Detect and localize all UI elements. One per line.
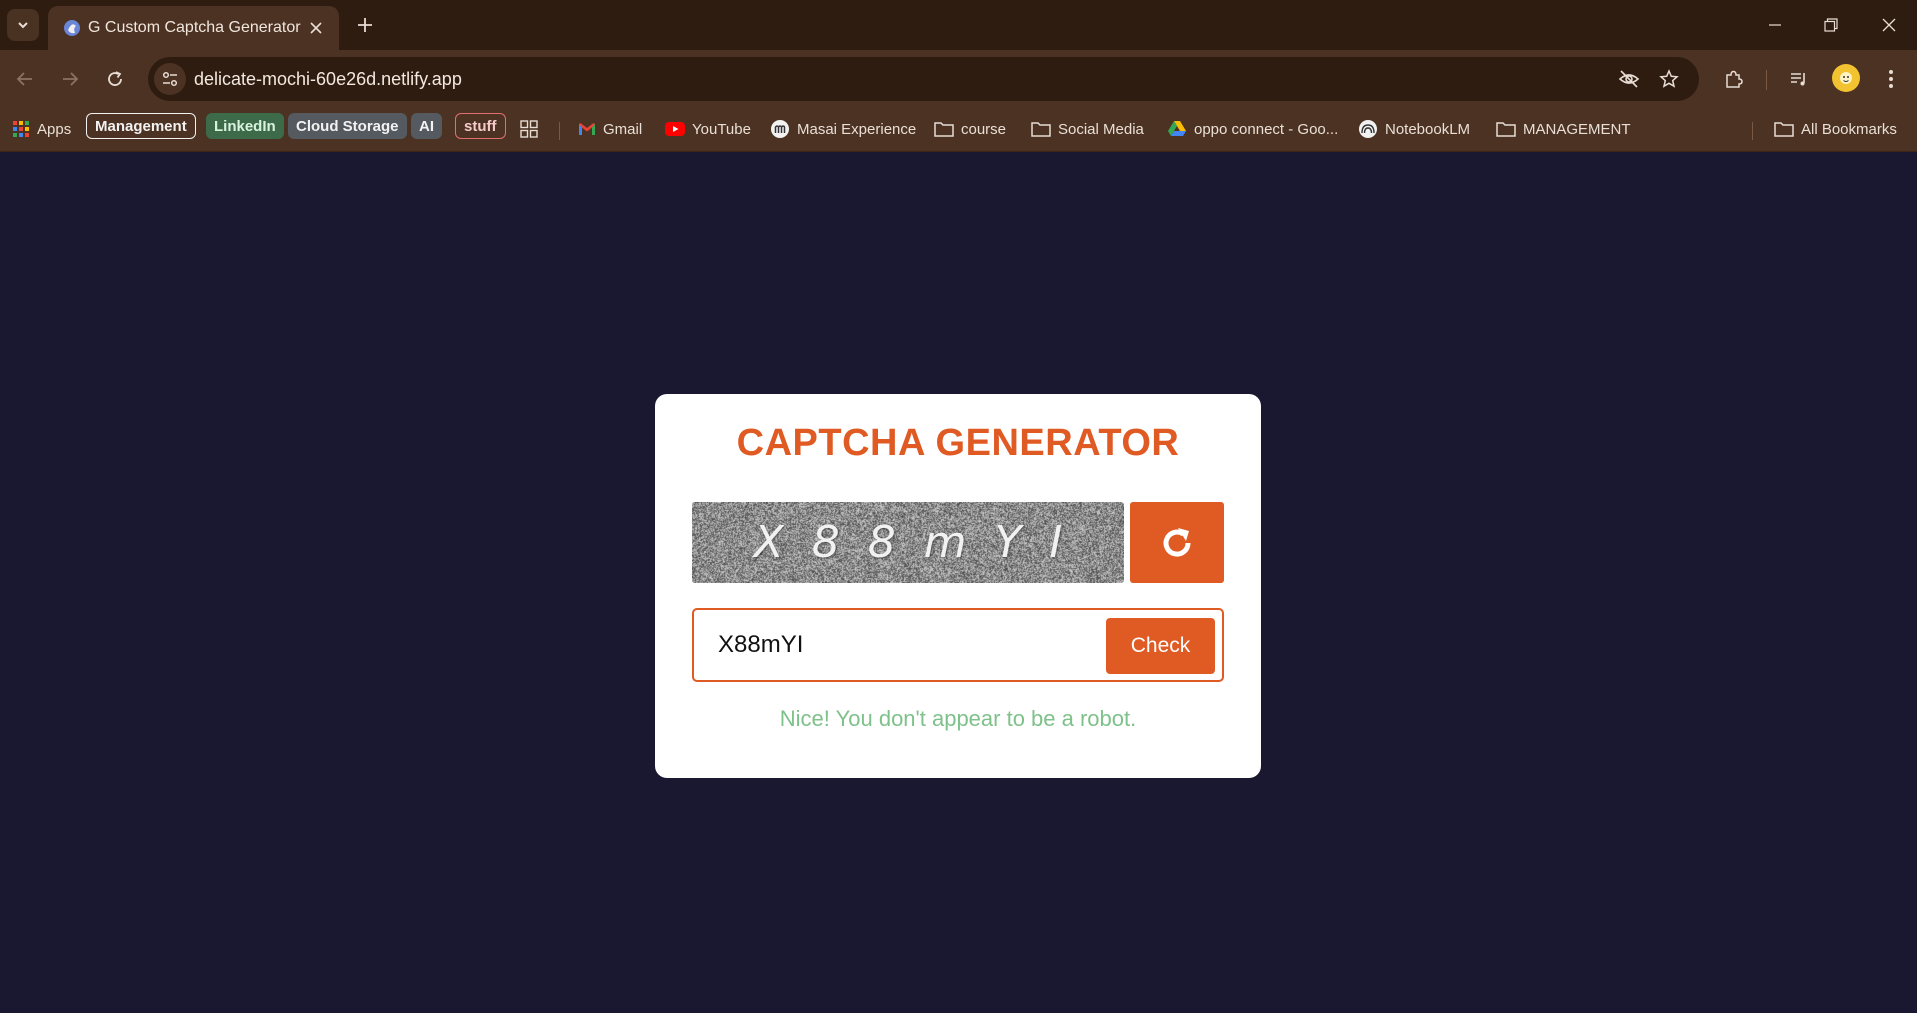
bookmark-gmail-label: Gmail [603, 121, 642, 138]
captcha-input-group: Check [692, 608, 1224, 682]
bookmark-notebooklm[interactable]: NotebookLM [1358, 114, 1470, 144]
chrome-menu-button[interactable] [1874, 62, 1908, 96]
captcha-text: X88mYI [692, 502, 1124, 583]
bookmarks-divider [1752, 122, 1753, 140]
tab-groups-icon [520, 120, 538, 138]
tab-title: G Custom Captcha Generator [88, 19, 301, 37]
bookmark-folder-ai[interactable]: AI [411, 113, 442, 139]
media-controls-button[interactable] [1782, 62, 1816, 96]
avatar-face-icon [1836, 68, 1856, 88]
captcha-favicon-icon [62, 18, 82, 38]
back-button[interactable] [8, 62, 42, 96]
tracking-protection-button[interactable] [1615, 65, 1643, 93]
close-icon [310, 22, 322, 34]
bookmark-folder-course[interactable]: course [934, 114, 1006, 144]
masai-icon [770, 119, 790, 139]
captcha-image: X88mYI [692, 502, 1124, 583]
bookmark-youtube-label: YouTube [692, 121, 751, 138]
notebooklm-icon [1358, 119, 1378, 139]
captcha-input[interactable] [704, 620, 1084, 670]
tab-strip: G Custom Captcha Generator [0, 0, 1917, 50]
bookmark-folder-linkedin[interactable]: LinkedIn [206, 113, 284, 139]
minimize-button[interactable] [1747, 0, 1803, 50]
bookmark-all-bookmarks[interactable]: All Bookmarks [1774, 114, 1897, 144]
refresh-icon [1159, 525, 1195, 561]
chevron-down-icon [16, 18, 30, 32]
tune-icon [161, 70, 179, 88]
bookmark-apps[interactable]: Apps [12, 114, 71, 144]
extensions-button[interactable] [1717, 62, 1751, 96]
arrow-left-icon [16, 70, 34, 88]
bookmark-star-button[interactable] [1655, 65, 1683, 93]
browser-toolbar: delicate-mochi-60e26d.netlify.app [0, 50, 1917, 108]
gmail-icon [578, 122, 596, 136]
bookmark-gmail[interactable]: Gmail [578, 114, 642, 144]
bookmark-youtube[interactable]: YouTube [665, 114, 751, 144]
bookmark-apps-label: Apps [37, 121, 71, 138]
forward-button[interactable] [53, 62, 87, 96]
bookmark-notebooklm-label: NotebookLM [1385, 121, 1470, 138]
bookmark-oppo-connect-label: oppo connect - Goo... [1194, 121, 1338, 138]
bookmark-management-caps-label: MANAGEMENT [1523, 121, 1631, 138]
toolbar-divider [1766, 70, 1767, 90]
profile-avatar[interactable] [1832, 64, 1860, 92]
bookmarks-bar: Apps Management LinkedIn Cloud Storage A… [0, 108, 1917, 152]
star-icon [1659, 69, 1679, 89]
folder-icon [934, 121, 954, 137]
eye-off-icon [1618, 68, 1640, 90]
bookmark-folder-management-caps[interactable]: MANAGEMENT [1496, 114, 1631, 144]
folder-icon [1774, 121, 1794, 137]
bookmarks-divider [559, 122, 560, 140]
bookmark-social-media-label: Social Media [1058, 121, 1144, 138]
tab-search-button[interactable] [7, 9, 39, 41]
bookmark-masai[interactable]: Masai Experience [770, 114, 916, 144]
bookmark-masai-label: Masai Experience [797, 121, 916, 138]
address-bar[interactable]: delicate-mochi-60e26d.netlify.app [148, 57, 1699, 101]
close-window-button[interactable] [1861, 0, 1917, 50]
reload-button[interactable] [98, 62, 132, 96]
puzzle-icon [1724, 69, 1744, 89]
reload-icon [106, 70, 124, 88]
apps-grid-icon [12, 120, 30, 138]
restore-icon [1824, 18, 1838, 32]
folder-icon [1496, 121, 1516, 137]
google-drive-icon [1167, 120, 1187, 138]
youtube-icon [665, 122, 685, 136]
bookmark-folder-cloud-storage[interactable]: Cloud Storage [288, 113, 407, 139]
all-bookmarks-label: All Bookmarks [1801, 121, 1897, 138]
active-tab[interactable]: G Custom Captcha Generator [48, 6, 339, 50]
site-info-button[interactable] [154, 63, 186, 95]
minimize-icon [1768, 18, 1782, 32]
playlist-icon [1789, 69, 1809, 89]
url-text[interactable]: delicate-mochi-60e26d.netlify.app [194, 69, 462, 90]
check-button[interactable]: Check [1106, 618, 1215, 674]
bookmark-course-label: course [961, 121, 1006, 138]
new-tab-button[interactable] [350, 10, 380, 40]
bookmark-tab-groups[interactable] [520, 114, 538, 144]
bookmark-oppo-connect[interactable]: oppo connect - Goo... [1167, 114, 1338, 144]
plus-icon [357, 17, 373, 33]
tab-close-button[interactable] [305, 17, 327, 39]
refresh-captcha-button[interactable] [1130, 502, 1224, 583]
bookmark-folder-management[interactable]: Management [86, 113, 196, 139]
bookmark-folder-stuff[interactable]: stuff [455, 113, 506, 139]
bookmark-folder-social-media[interactable]: Social Media [1031, 114, 1144, 144]
status-message: Nice! You don't appear to be a robot. [655, 706, 1261, 732]
close-icon [1882, 18, 1896, 32]
arrow-right-icon [61, 70, 79, 88]
captcha-card: CAPTCHA GENERATOR X88mYI Check Nice! You… [655, 394, 1261, 778]
page-title: CAPTCHA GENERATOR [655, 422, 1261, 465]
restore-button[interactable] [1803, 0, 1859, 50]
folder-icon [1031, 121, 1051, 137]
more-vertical-icon [1888, 69, 1894, 89]
